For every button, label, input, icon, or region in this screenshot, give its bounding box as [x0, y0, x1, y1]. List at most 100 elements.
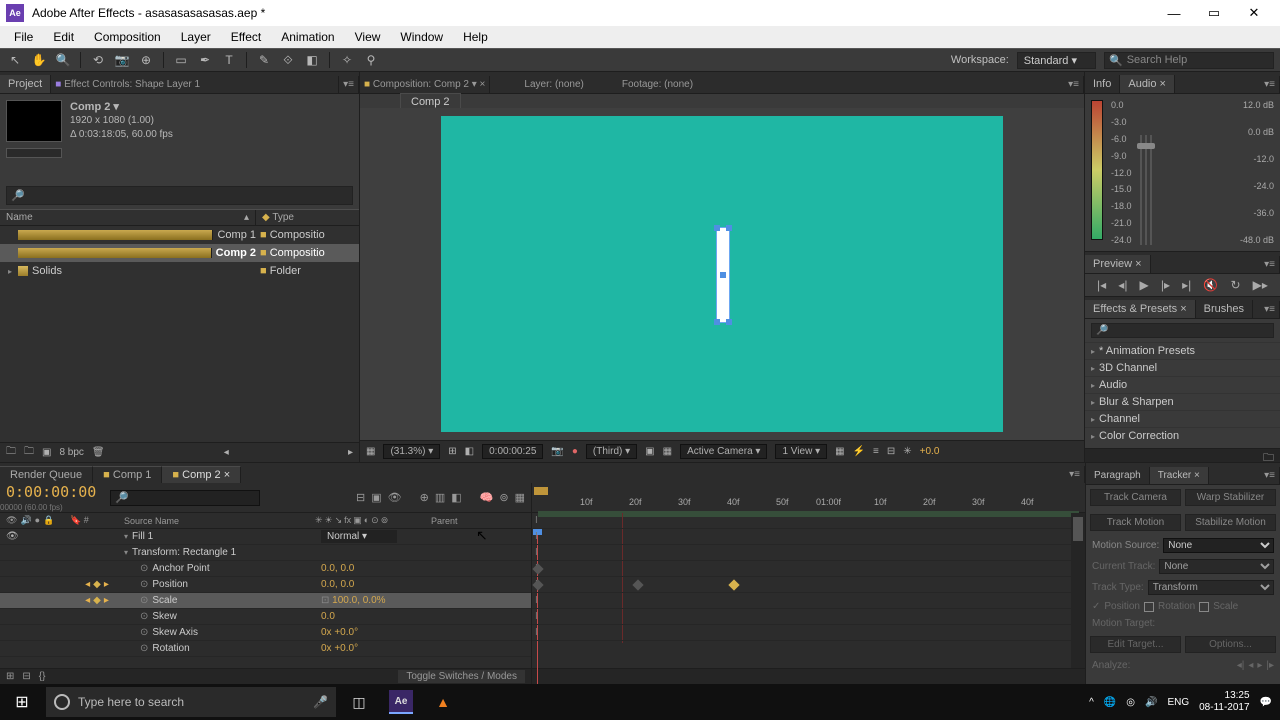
fx-animation-presets[interactable]: * Animation Presets [1085, 342, 1280, 359]
tray-clock[interactable]: 13:25 08-11-2017 [1199, 690, 1249, 714]
effects-list[interactable]: * Animation Presets 3D Channel Audio Blu… [1085, 342, 1280, 448]
menu-file[interactable]: File [6, 28, 41, 46]
roto-tool-icon[interactable]: ✧ [338, 51, 356, 69]
timeline-search-input[interactable]: 🔎 [110, 490, 260, 506]
toggle-switches-button[interactable]: Toggle Switches / Modes [398, 670, 525, 683]
timeline-row-skew-axis[interactable]: ⊙Skew Axis0x +0.0° [0, 625, 531, 641]
tl-opt-icon[interactable]: ⊟ [356, 491, 365, 504]
menu-composition[interactable]: Composition [86, 28, 169, 46]
tl-toggle-3-icon[interactable]: {} [39, 671, 46, 682]
puppet-tool-icon[interactable]: ⚲ [362, 51, 380, 69]
composition-viewer[interactable] [360, 108, 1084, 440]
quality-select[interactable]: (Third) ▾ [586, 444, 637, 459]
mask-icon[interactable]: ◧ [465, 446, 474, 457]
menu-help[interactable]: Help [455, 28, 496, 46]
tl-shy-icon[interactable]: 👁 [388, 491, 402, 504]
timeline-icon[interactable]: ≡ [873, 446, 879, 457]
rect-tool-icon[interactable]: ▭ [172, 51, 190, 69]
rotate-tool-icon[interactable]: ⟲ [89, 51, 107, 69]
taskbar-vlc-icon[interactable]: ▲ [422, 684, 464, 720]
task-view-icon[interactable]: ◫ [338, 684, 380, 720]
menu-layer[interactable]: Layer [173, 28, 219, 46]
pixel-icon[interactable]: ▦ [835, 446, 844, 457]
motion-source-select[interactable]: None [1163, 538, 1274, 553]
tl-toggle-2-icon[interactable]: ⊟ [22, 671, 30, 682]
project-list[interactable]: Comp 1 ■ Compositio Comp 2 ■ Compositio … [0, 226, 359, 442]
timeline-row-fill-1[interactable]: 👁▾Fill 1Normal ▾ [0, 529, 531, 545]
close-button[interactable]: ✕ [1234, 0, 1274, 26]
zoom-select[interactable]: (31.3%) ▾ [383, 444, 440, 459]
tray-notifications-icon[interactable]: 💬 [1260, 697, 1272, 708]
tab-brushes[interactable]: Brushes [1196, 300, 1253, 318]
timeline-row-scale[interactable]: ◂◆▸⊙Scale⊡ 100.0, 0.0% [0, 593, 531, 609]
mute-icon[interactable]: 🔇 [1203, 278, 1218, 292]
tracker-menu-icon[interactable]: ▾≡ [1260, 467, 1280, 484]
new-folder-icon[interactable]: 🗀 [24, 444, 34, 461]
exposure-value[interactable]: +0.0 [920, 446, 940, 457]
windows-taskbar[interactable]: ⊞ Type here to search 🎤 ◫ Ae ▲ ^ 🌐 ◎ 🔊 E… [0, 684, 1280, 720]
fx-audio[interactable]: Audio [1085, 376, 1280, 393]
fx-color-correction[interactable]: Color Correction [1085, 427, 1280, 444]
warp-stabilizer-button[interactable]: Warp Stabilizer [1185, 489, 1276, 506]
delete-icon[interactable]: 🗑 [92, 447, 105, 458]
start-button[interactable]: ⊞ [0, 684, 44, 720]
project-search-input[interactable]: 🔎 [6, 186, 353, 205]
brush-tool-icon[interactable]: ✎ [255, 51, 273, 69]
info-menu-icon[interactable]: ▾≡ [1260, 76, 1280, 93]
timeline-row-skew[interactable]: ⊙Skew0.0 [0, 609, 531, 625]
zoom-tool-icon[interactable]: 🔍 [54, 51, 72, 69]
tab-audio[interactable]: Audio × [1120, 75, 1175, 93]
maximize-button[interactable]: ▭ [1194, 0, 1234, 26]
tab-footage-none[interactable]: Footage: (none) [618, 76, 697, 93]
fx-blur-sharpen[interactable]: Blur & Sharpen [1085, 393, 1280, 410]
new-comp-icon[interactable]: ▣ [42, 447, 51, 458]
tab-composition[interactable]: ■ Composition: Comp 2 ▾ × [360, 76, 490, 93]
search-help-input[interactable]: 🔍 Search Help [1104, 52, 1274, 69]
tl-expr-icon[interactable]: ▦ [515, 491, 525, 504]
tl-fx-icon[interactable]: ⊕ [420, 491, 429, 504]
exposure-reset-icon[interactable]: ✳ [903, 446, 911, 457]
col-type[interactable]: Type [272, 212, 294, 223]
tray-globe-icon[interactable]: 🌐 [1104, 697, 1116, 708]
tl-mb-icon[interactable]: ▥ [435, 491, 445, 504]
next-frame-icon[interactable]: |▸ [1161, 278, 1170, 292]
tab-render-queue[interactable]: Render Queue [0, 466, 93, 483]
menu-edit[interactable]: Edit [45, 28, 82, 46]
timeline-row-position[interactable]: ◂◆▸⊙Position0.0, 0.0 [0, 577, 531, 593]
camera-select[interactable]: Active Camera ▾ [680, 444, 767, 459]
snapshot-icon[interactable]: 📷 [551, 446, 563, 457]
tl-menu-icon[interactable]: ▾≡ [1065, 466, 1085, 483]
mic-icon[interactable]: 🎤 [313, 695, 328, 709]
minimize-button[interactable]: — [1154, 0, 1194, 26]
panel-menu-icon[interactable]: ▾≡ [339, 76, 359, 93]
tab-info[interactable]: Info [1085, 75, 1120, 93]
interpret-icon[interactable]: 🗀 [6, 444, 16, 461]
shape-rectangle[interactable] [717, 228, 729, 322]
menu-view[interactable]: View [347, 28, 389, 46]
channel-icon[interactable]: ● [572, 446, 578, 457]
track-camera-button[interactable]: Track Camera [1090, 489, 1181, 506]
tab-tracker[interactable]: Tracker × [1150, 467, 1209, 484]
effects-search-input[interactable]: 🔎 [1091, 323, 1274, 338]
tab-effects-presets[interactable]: Effects & Presets × [1085, 300, 1196, 318]
views-select[interactable]: 1 View ▾ [775, 444, 827, 459]
tray-lang[interactable]: ENG [1167, 697, 1189, 708]
eraser-tool-icon[interactable]: ◧ [303, 51, 321, 69]
timeline-row-rotation[interactable]: ⊙Rotation0x +0.0° [0, 641, 531, 657]
type-tool-icon[interactable]: T [220, 51, 238, 69]
timeline-row-anchor-point[interactable]: ⊙Anchor Point0.0, 0.0 [0, 561, 531, 577]
fx-3d-channel[interactable]: 3D Channel [1085, 359, 1280, 376]
play-icon[interactable]: ▶ [1140, 278, 1149, 292]
cortana-icon[interactable] [54, 694, 70, 710]
menu-window[interactable]: Window [392, 28, 451, 46]
timeline-row-transform-rectangle-1[interactable]: ▾Transform: Rectangle 1 [0, 545, 531, 561]
last-frame-icon[interactable]: ▸| [1182, 278, 1191, 292]
pen-tool-icon[interactable]: ✒ [196, 51, 214, 69]
selection-tool-icon[interactable]: ↖ [6, 51, 24, 69]
current-timecode[interactable]: 0:00:00:00 [6, 483, 96, 501]
tab-project[interactable]: Project [0, 75, 51, 93]
ram-preview-icon[interactable]: ▶▸ [1253, 278, 1268, 292]
timeline-scroll-v[interactable] [1071, 513, 1085, 668]
tab-paragraph[interactable]: Paragraph [1086, 467, 1150, 484]
tl-snap-icon[interactable]: ⊚ [499, 491, 508, 504]
